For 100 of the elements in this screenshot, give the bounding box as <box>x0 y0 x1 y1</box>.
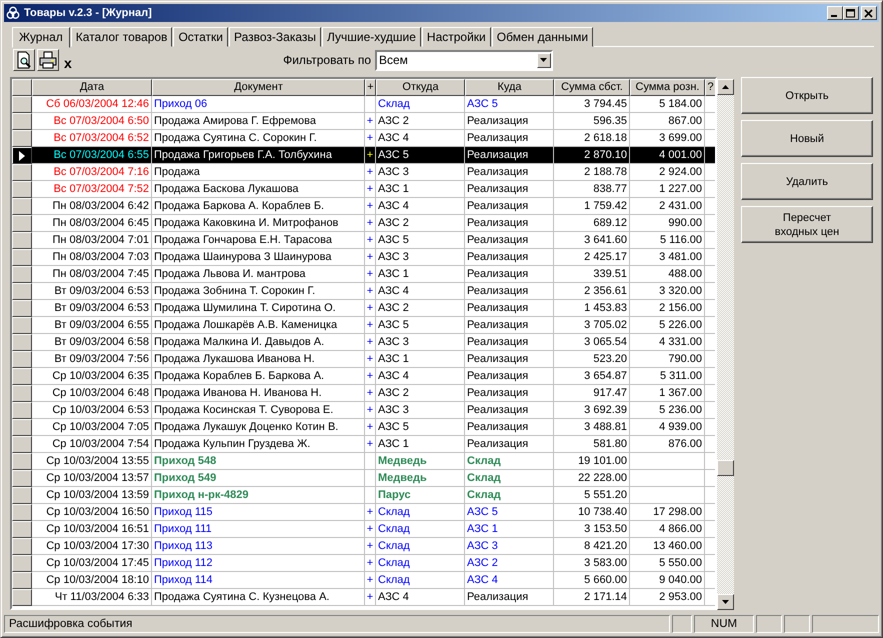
scroll-thumb[interactable] <box>717 460 734 476</box>
row-selector[interactable] <box>12 572 32 589</box>
scroll-down-button[interactable] <box>717 594 734 610</box>
row-selector[interactable] <box>12 147 32 164</box>
table-cell: Ср 10/03/2004 13:57 <box>32 470 152 487</box>
row-selector[interactable] <box>12 419 32 436</box>
table-cell: АЗС 5 <box>376 419 465 436</box>
row-selector[interactable] <box>12 521 32 538</box>
plus-mark: + <box>365 402 376 419</box>
scrollbar[interactable] <box>717 79 734 610</box>
status-panel <box>756 615 782 633</box>
table-cell: 339.51 <box>554 266 630 283</box>
row-selector[interactable] <box>12 538 32 555</box>
table-cell: 3 153.50 <box>554 521 630 538</box>
close-icon <box>864 8 874 18</box>
plus-mark: + <box>365 572 376 589</box>
table-cell: Реализация <box>465 232 554 249</box>
table-cell: АЗС 1 <box>376 436 465 453</box>
preview-button[interactable] <box>13 49 35 71</box>
tab[interactable]: Настройки <box>422 27 491 47</box>
row-selector[interactable] <box>12 232 32 249</box>
row-selector[interactable] <box>12 300 32 317</box>
row-selector[interactable] <box>12 215 32 232</box>
table-cell: 2 870.10 <box>554 147 630 164</box>
table-cell: АЗС 5 <box>465 504 554 521</box>
row-selector[interactable] <box>12 266 32 283</box>
row-selector[interactable] <box>12 504 32 521</box>
table-cell: Ср 10/03/2004 6:53 <box>32 402 152 419</box>
row-selector[interactable] <box>12 198 32 215</box>
row-selector[interactable] <box>12 283 32 300</box>
table-cell: АЗС 1 <box>376 266 465 283</box>
row-selector[interactable] <box>12 130 32 147</box>
close-button[interactable] <box>861 6 877 20</box>
column-header[interactable]: Куда <box>465 79 554 96</box>
row-selector[interactable] <box>12 113 32 130</box>
table-cell: Склад <box>465 453 554 470</box>
table-cell: 22 228.00 <box>554 470 630 487</box>
window-title: Товары v.2.3 - [Журнал] <box>24 7 153 19</box>
row-selector[interactable] <box>12 249 32 266</box>
row-selector[interactable] <box>12 334 32 351</box>
column-header[interactable]: Документ <box>152 79 365 96</box>
maximize-button[interactable] <box>843 6 859 20</box>
table-cell: Продажа Шаинурова З Шаинурова <box>152 249 365 266</box>
filter-dropdown[interactable]: Всем <box>375 50 553 70</box>
action-button[interactable]: Открыть <box>741 77 873 114</box>
row-selector[interactable] <box>12 589 32 606</box>
print-button[interactable] <box>37 49 59 71</box>
tab[interactable]: Лучшие-худшие <box>322 27 421 47</box>
row-selector[interactable] <box>12 368 32 385</box>
row-selector[interactable] <box>12 164 32 181</box>
table-cell: Реализация <box>465 589 554 606</box>
row-selector[interactable] <box>12 470 32 487</box>
column-header[interactable]: + <box>365 79 376 96</box>
table-cell: 8 421.20 <box>554 538 630 555</box>
table-cell: Парус <box>376 487 465 504</box>
table-cell: АЗС 4 <box>376 198 465 215</box>
plus-mark: + <box>365 368 376 385</box>
table-cell: Реализация <box>465 402 554 419</box>
row-selector[interactable] <box>12 96 32 113</box>
status-text: Расшифровка события <box>4 615 670 633</box>
plus-mark: + <box>365 283 376 300</box>
tab[interactable]: Развоз-Заказы <box>229 27 322 47</box>
column-header[interactable]: Дата <box>32 79 152 96</box>
table-cell: Продажа Лошкарёв А.В. Каменицка <box>152 317 365 334</box>
tab[interactable]: Каталог товаров <box>70 27 172 47</box>
scroll-up-button[interactable] <box>717 79 734 95</box>
table-cell: 2 953.00 <box>630 589 705 606</box>
column-header[interactable]: ? <box>705 79 715 96</box>
status-panel <box>784 615 810 633</box>
plus-mark: + <box>365 589 376 606</box>
minimize-button[interactable] <box>827 6 843 20</box>
row-selector[interactable] <box>12 351 32 368</box>
table-cell: 10 738.40 <box>554 504 630 521</box>
plus-mark: + <box>365 521 376 538</box>
dropdown-arrow-button[interactable] <box>537 52 551 68</box>
clear-button[interactable]: x <box>64 55 72 71</box>
row-selector[interactable] <box>12 453 32 470</box>
table-cell: 2 425.17 <box>554 249 630 266</box>
row-selector[interactable] <box>12 402 32 419</box>
table-cell: 5 311.00 <box>630 368 705 385</box>
column-header[interactable]: Откуда <box>376 79 465 96</box>
action-button[interactable]: Пересчет входных цен <box>741 206 873 243</box>
action-button[interactable]: Новый <box>741 120 873 157</box>
tab[interactable]: Обмен данными <box>492 27 594 47</box>
row-selector[interactable] <box>12 385 32 402</box>
column-header[interactable]: Сумма розн. <box>630 79 705 96</box>
table-cell: Склад <box>465 470 554 487</box>
row-selector[interactable] <box>12 181 32 198</box>
row-selector[interactable] <box>12 487 32 504</box>
column-header[interactable]: Сумма сбст. <box>554 79 630 96</box>
tab[interactable]: Остатки <box>173 27 228 47</box>
action-button[interactable]: Удалить <box>741 163 873 200</box>
table-cell: Ср 10/03/2004 17:30 <box>32 538 152 555</box>
table-cell: Пн 08/03/2004 7:03 <box>32 249 152 266</box>
row-selector[interactable] <box>12 436 32 453</box>
tab[interactable]: Журнал <box>12 27 70 48</box>
empty-cell <box>365 453 376 470</box>
row-selector[interactable] <box>12 317 32 334</box>
table-cell: Продажа Григорьев Г.А. Толбухина <box>152 147 365 164</box>
row-selector[interactable] <box>12 555 32 572</box>
